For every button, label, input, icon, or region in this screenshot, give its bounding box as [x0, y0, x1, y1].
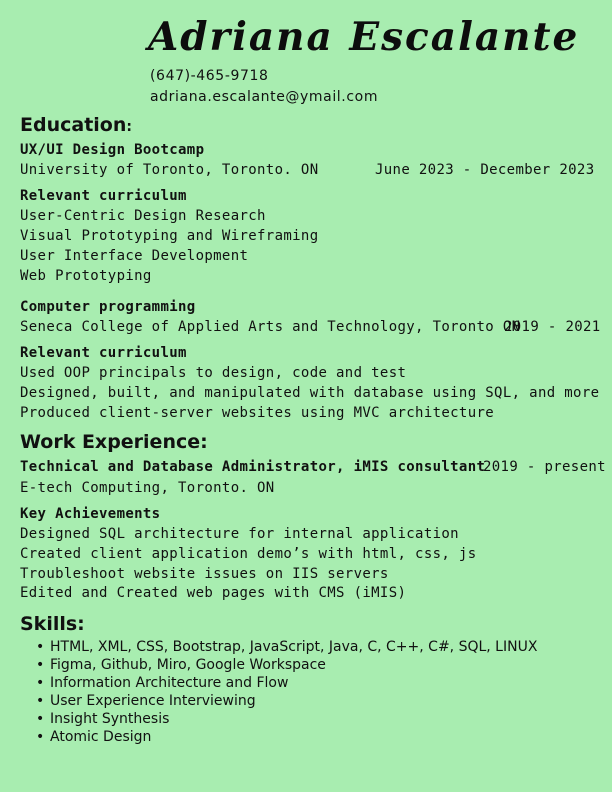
bullet-icon: • — [36, 675, 45, 691]
job-title: Technical and Database Administrator, iM… — [20, 459, 486, 475]
resume-page: Adriana Escalante (647)-465-9718 adriana… — [0, 0, 612, 792]
curriculum-item: Used OOP principals to design, code and … — [20, 365, 407, 381]
program-dates-uxui: June 2023 - December 2023 — [375, 162, 595, 178]
skill-text: User Experience Interviewing — [50, 693, 256, 709]
education-heading: Education: — [20, 114, 132, 136]
program-name-uxui: UX/UI Design Bootcamp — [20, 142, 205, 158]
achievements-label: Key Achievements — [20, 506, 161, 522]
phone-number: (647)-465-9718 — [150, 68, 269, 84]
skill-item: • Atomic Design — [36, 728, 537, 746]
skill-item: • Figma, Github, Miro, Google Workspace — [36, 656, 537, 674]
bullet-icon: • — [36, 711, 45, 727]
achievement-item: Edited and Created web pages with CMS (i… — [20, 585, 407, 601]
job-dates: 2019 - present — [483, 459, 606, 475]
company-name: E-tech Computing, Toronto. ON — [20, 480, 275, 496]
skill-item: • Insight Synthesis — [36, 710, 537, 728]
curriculum-item: Produced client-server websites using MV… — [20, 405, 495, 421]
bullet-icon: • — [36, 657, 45, 673]
curriculum-label-uxui: Relevant curriculum — [20, 188, 187, 204]
curriculum-label-programming: Relevant curriculum — [20, 345, 187, 361]
curriculum-item: User Interface Development — [20, 248, 249, 264]
curriculum-item: Web Prototyping — [20, 268, 152, 284]
program-name-programming: Computer programming — [20, 299, 196, 315]
skill-text: Information Architecture and Flow — [50, 675, 289, 691]
skill-item: • HTML, XML, CSS, Bootstrap, JavaScript, … — [36, 638, 538, 656]
skill-text: Atomic Design — [50, 729, 152, 745]
work-experience-heading: Work Experience: — [20, 431, 208, 453]
achievement-item: Designed SQL architecture for internal a… — [20, 526, 459, 542]
achievement-item: Troubleshoot website issues on IIS serve… — [20, 566, 389, 582]
program-dates-programming: 2019 - 2021 — [504, 319, 601, 335]
bullet-icon: • — [36, 639, 45, 655]
achievement-item: Created client application demo’s with h… — [20, 546, 477, 562]
skill-item: • Information Architecture and Flow — [36, 674, 537, 692]
program-school-programming: Seneca College of Applied Arts and Techn… — [20, 319, 521, 335]
skills-list: • HTML, XML, CSS, Bootstrap, JavaScript, … — [36, 638, 538, 746]
applicant-name: Adriana Escalante — [148, 14, 580, 60]
education-heading-text: Education — [20, 114, 127, 136]
skill-text: Figma, Github, Miro, Google Workspace — [50, 657, 326, 673]
curriculum-item: Visual Prototyping and Wireframing — [20, 228, 319, 244]
skill-text: Insight Synthesis — [50, 711, 170, 727]
bullet-icon: • — [36, 693, 45, 709]
skills-heading: Skills: — [20, 613, 85, 635]
skill-text: HTML, XML, CSS, Bootstrap, JavaScript, J… — [50, 639, 538, 655]
curriculum-item: Designed, built, and manipulated with da… — [20, 385, 600, 401]
bullet-icon: • — [36, 729, 45, 745]
education-heading-colon: : — [126, 119, 132, 135]
skill-item: • User Experience Interviewing — [36, 692, 537, 710]
curriculum-item: User-Centric Design Research — [20, 208, 266, 224]
email-address: adriana.escalante@ymail.com — [150, 89, 379, 105]
program-school-uxui: University of Toronto, Toronto. ON — [20, 162, 319, 178]
